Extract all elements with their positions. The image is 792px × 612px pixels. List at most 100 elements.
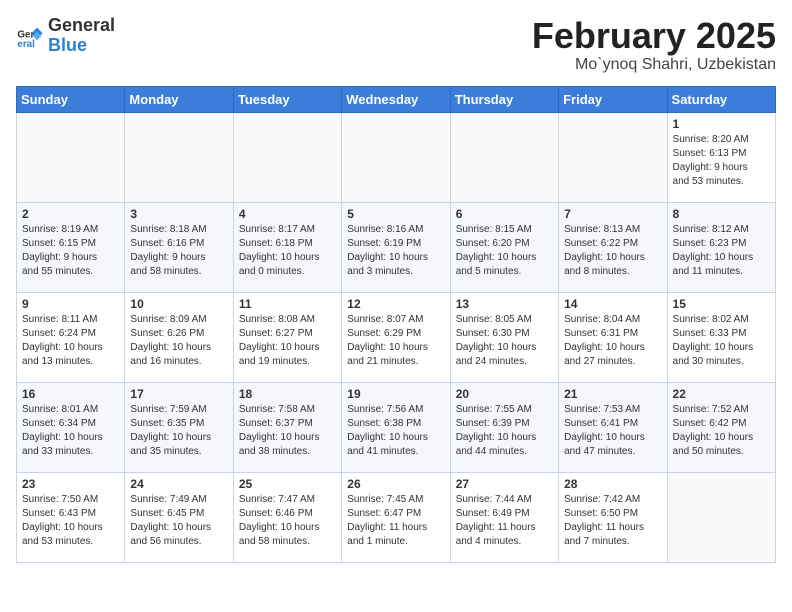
day-number: 14 bbox=[564, 297, 661, 311]
calendar-week-row: 9Sunrise: 8:11 AM Sunset: 6:24 PM Daylig… bbox=[17, 292, 776, 382]
day-number: 10 bbox=[130, 297, 227, 311]
calendar-cell: 26 Sunrise: 7:45 AM Sunset: 6:47 PM Dayli… bbox=[342, 472, 450, 562]
day-info: Sunrise: 7:55 AM Sunset: 6:39 PM Dayligh… bbox=[456, 403, 553, 459]
day-number: 27 bbox=[456, 477, 553, 491]
day-number: 23 bbox=[22, 477, 119, 491]
calendar-cell: 9Sunrise: 8:11 AM Sunset: 6:24 PM Daylig… bbox=[17, 292, 125, 382]
day-of-week-header: Saturday bbox=[667, 86, 775, 112]
day-number: 3 bbox=[130, 207, 227, 221]
calendar-cell: 21Sunrise: 7:53 AM Sunset: 6:41 PM Dayli… bbox=[559, 382, 667, 472]
day-info: Sunrise: 8:05 AM Sunset: 6:30 PM Dayligh… bbox=[456, 313, 553, 369]
day-info: Sunrise: 8:12 AM Sunset: 6:23 PM Dayligh… bbox=[673, 223, 770, 279]
day-info: Sunrise: 7:59 AM Sunset: 6:35 PM Dayligh… bbox=[130, 403, 227, 459]
calendar-table: SundayMondayTuesdayWednesdayThursdayFrid… bbox=[16, 86, 776, 563]
day-info: Sunrise: 7:44 AM Sunset: 6:49 PM Dayligh… bbox=[456, 493, 553, 549]
day-number: 4 bbox=[239, 207, 336, 221]
title-block: February 2025 Mo`ynoq Shahri, Uzbekistan bbox=[532, 16, 776, 74]
day-info: Sunrise: 7:47 AM Sunset: 6:46 PM Dayligh… bbox=[239, 493, 336, 549]
day-number: 5 bbox=[347, 207, 444, 221]
logo-blue-text: Blue bbox=[48, 36, 115, 56]
calendar-cell bbox=[342, 112, 450, 202]
calendar-cell: 8 Sunrise: 8:12 AM Sunset: 6:23 PM Daylig… bbox=[667, 202, 775, 292]
logo-text: General Blue bbox=[48, 16, 115, 56]
day-info: Sunrise: 8:13 AM Sunset: 6:22 PM Dayligh… bbox=[564, 223, 661, 279]
calendar-cell: 13 Sunrise: 8:05 AM Sunset: 6:30 PM Dayli… bbox=[450, 292, 558, 382]
page-header: Gen eral General Blue February 2025 Mo`y… bbox=[16, 16, 776, 74]
calendar-cell: 28 Sunrise: 7:42 AM Sunset: 6:50 PM Dayli… bbox=[559, 472, 667, 562]
calendar-cell: 20 Sunrise: 7:55 AM Sunset: 6:39 PM Dayli… bbox=[450, 382, 558, 472]
calendar-cell: 24 Sunrise: 7:49 AM Sunset: 6:45 PM Dayli… bbox=[125, 472, 233, 562]
calendar-cell: 27 Sunrise: 7:44 AM Sunset: 6:49 PM Dayli… bbox=[450, 472, 558, 562]
calendar-cell: 14Sunrise: 8:04 AM Sunset: 6:31 PM Dayli… bbox=[559, 292, 667, 382]
day-info: Sunrise: 7:58 AM Sunset: 6:37 PM Dayligh… bbox=[239, 403, 336, 459]
day-number: 2 bbox=[22, 207, 119, 221]
day-number: 6 bbox=[456, 207, 553, 221]
day-number: 18 bbox=[239, 387, 336, 401]
day-number: 26 bbox=[347, 477, 444, 491]
calendar-cell: 2 Sunrise: 8:19 AM Sunset: 6:15 PM Daylig… bbox=[17, 202, 125, 292]
calendar-cell: 7 Sunrise: 8:13 AM Sunset: 6:22 PM Daylig… bbox=[559, 202, 667, 292]
day-info: Sunrise: 8:16 AM Sunset: 6:19 PM Dayligh… bbox=[347, 223, 444, 279]
calendar-week-row: 23 Sunrise: 7:50 AM Sunset: 6:43 PM Dayli… bbox=[17, 472, 776, 562]
calendar-cell: 19Sunrise: 7:56 AM Sunset: 6:38 PM Dayli… bbox=[342, 382, 450, 472]
calendar-week-row: 1 Sunrise: 8:20 AM Sunset: 6:13 PM Daylig… bbox=[17, 112, 776, 202]
logo: Gen eral General Blue bbox=[16, 16, 115, 56]
day-info: Sunrise: 8:17 AM Sunset: 6:18 PM Dayligh… bbox=[239, 223, 336, 279]
calendar-cell: 16 Sunrise: 8:01 AM Sunset: 6:34 PM Dayli… bbox=[17, 382, 125, 472]
calendar-title: February 2025 bbox=[532, 16, 776, 56]
day-of-week-header: Wednesday bbox=[342, 86, 450, 112]
calendar-cell: 1 Sunrise: 8:20 AM Sunset: 6:13 PM Daylig… bbox=[667, 112, 775, 202]
day-number: 16 bbox=[22, 387, 119, 401]
calendar-cell: 5 Sunrise: 8:16 AM Sunset: 6:19 PM Daylig… bbox=[342, 202, 450, 292]
day-info: Sunrise: 8:01 AM Sunset: 6:34 PM Dayligh… bbox=[22, 403, 119, 459]
calendar-week-row: 2 Sunrise: 8:19 AM Sunset: 6:15 PM Daylig… bbox=[17, 202, 776, 292]
calendar-cell bbox=[17, 112, 125, 202]
calendar-cell: 23 Sunrise: 7:50 AM Sunset: 6:43 PM Dayli… bbox=[17, 472, 125, 562]
day-number: 15 bbox=[673, 297, 770, 311]
calendar-cell bbox=[559, 112, 667, 202]
calendar-cell: 15 Sunrise: 8:02 AM Sunset: 6:33 PM Dayli… bbox=[667, 292, 775, 382]
day-info: Sunrise: 7:52 AM Sunset: 6:42 PM Dayligh… bbox=[673, 403, 770, 459]
day-number: 25 bbox=[239, 477, 336, 491]
day-number: 1 bbox=[673, 117, 770, 131]
day-number: 21 bbox=[564, 387, 661, 401]
day-number: 13 bbox=[456, 297, 553, 311]
day-info: Sunrise: 7:49 AM Sunset: 6:45 PM Dayligh… bbox=[130, 493, 227, 549]
day-of-week-header: Friday bbox=[559, 86, 667, 112]
calendar-cell: 17 Sunrise: 7:59 AM Sunset: 6:35 PM Dayli… bbox=[125, 382, 233, 472]
day-number: 7 bbox=[564, 207, 661, 221]
calendar-cell: 6 Sunrise: 8:15 AM Sunset: 6:20 PM Daylig… bbox=[450, 202, 558, 292]
calendar-cell bbox=[125, 112, 233, 202]
calendar-cell: 25 Sunrise: 7:47 AM Sunset: 6:46 PM Dayli… bbox=[233, 472, 341, 562]
day-info: Sunrise: 8:07 AM Sunset: 6:29 PM Dayligh… bbox=[347, 313, 444, 369]
day-info: Sunrise: 8:18 AM Sunset: 6:16 PM Dayligh… bbox=[130, 223, 227, 279]
calendar-cell: 3 Sunrise: 8:18 AM Sunset: 6:16 PM Daylig… bbox=[125, 202, 233, 292]
day-of-week-header: Tuesday bbox=[233, 86, 341, 112]
logo-general-text: General bbox=[48, 16, 115, 36]
calendar-subtitle: Mo`ynoq Shahri, Uzbekistan bbox=[532, 56, 776, 74]
day-info: Sunrise: 8:09 AM Sunset: 6:26 PM Dayligh… bbox=[130, 313, 227, 369]
day-info: Sunrise: 8:20 AM Sunset: 6:13 PM Dayligh… bbox=[673, 133, 770, 189]
day-number: 28 bbox=[564, 477, 661, 491]
day-info: Sunrise: 8:19 AM Sunset: 6:15 PM Dayligh… bbox=[22, 223, 119, 279]
calendar-cell: 18 Sunrise: 7:58 AM Sunset: 6:37 PM Dayli… bbox=[233, 382, 341, 472]
svg-text:eral: eral bbox=[17, 39, 35, 50]
day-info: Sunrise: 8:15 AM Sunset: 6:20 PM Dayligh… bbox=[456, 223, 553, 279]
calendar-cell: 22 Sunrise: 7:52 AM Sunset: 6:42 PM Dayli… bbox=[667, 382, 775, 472]
day-number: 22 bbox=[673, 387, 770, 401]
day-number: 20 bbox=[456, 387, 553, 401]
day-info: Sunrise: 7:56 AM Sunset: 6:38 PM Dayligh… bbox=[347, 403, 444, 459]
day-info: Sunrise: 8:02 AM Sunset: 6:33 PM Dayligh… bbox=[673, 313, 770, 369]
calendar-cell bbox=[667, 472, 775, 562]
calendar-cell: 10 Sunrise: 8:09 AM Sunset: 6:26 PM Dayli… bbox=[125, 292, 233, 382]
day-info: Sunrise: 7:50 AM Sunset: 6:43 PM Dayligh… bbox=[22, 493, 119, 549]
day-number: 8 bbox=[673, 207, 770, 221]
day-number: 17 bbox=[130, 387, 227, 401]
calendar-cell: 12 Sunrise: 8:07 AM Sunset: 6:29 PM Dayli… bbox=[342, 292, 450, 382]
day-info: Sunrise: 7:42 AM Sunset: 6:50 PM Dayligh… bbox=[564, 493, 661, 549]
day-number: 12 bbox=[347, 297, 444, 311]
calendar-cell: 11Sunrise: 8:08 AM Sunset: 6:27 PM Dayli… bbox=[233, 292, 341, 382]
day-number: 24 bbox=[130, 477, 227, 491]
day-info: Sunrise: 7:45 AM Sunset: 6:47 PM Dayligh… bbox=[347, 493, 444, 549]
day-info: Sunrise: 8:11 AM Sunset: 6:24 PM Dayligh… bbox=[22, 313, 119, 369]
